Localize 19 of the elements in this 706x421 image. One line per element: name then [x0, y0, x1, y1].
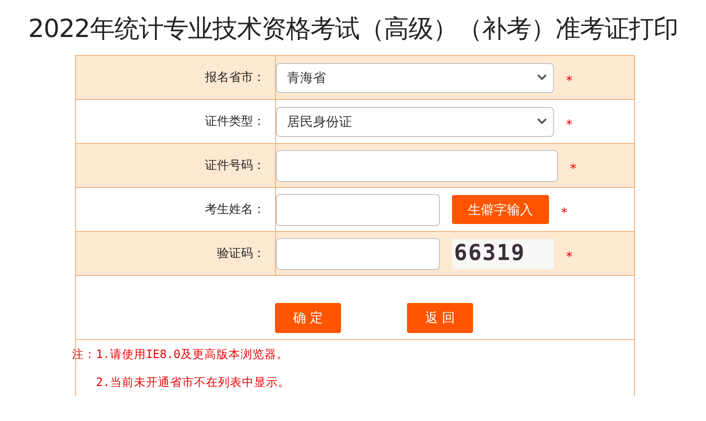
required-mark: * [561, 205, 568, 221]
select-field[interactable]: 居民身份证 [276, 106, 554, 136]
select-field[interactable]: 青海省 [276, 62, 554, 92]
chevron-down-icon [537, 118, 547, 125]
input-field[interactable] [276, 150, 558, 182]
captcha-image: 66319 [452, 238, 554, 268]
back-button[interactable]: 返 回 [407, 303, 474, 333]
input-field[interactable] [276, 194, 440, 226]
required-mark: * [566, 249, 572, 265]
confirm-button[interactable]: 确 定 [274, 303, 341, 333]
note-text: 注：1.请使用IE8.0及更高版本浏览器。 [72, 346, 290, 362]
chevron-down-icon [537, 74, 547, 81]
required-mark: * [566, 73, 572, 89]
required-mark: * [566, 117, 572, 133]
page-title: 2022年统计专业技术资格考试（高级）（补考）准考证打印 [28, 13, 678, 45]
rare-character-button[interactable]: 生僻字输入 [452, 195, 549, 224]
input-field[interactable] [276, 238, 440, 270]
required-mark: * [570, 161, 576, 177]
note-text: 2.当前未开通省市不在列表中显示。 [95, 374, 291, 390]
